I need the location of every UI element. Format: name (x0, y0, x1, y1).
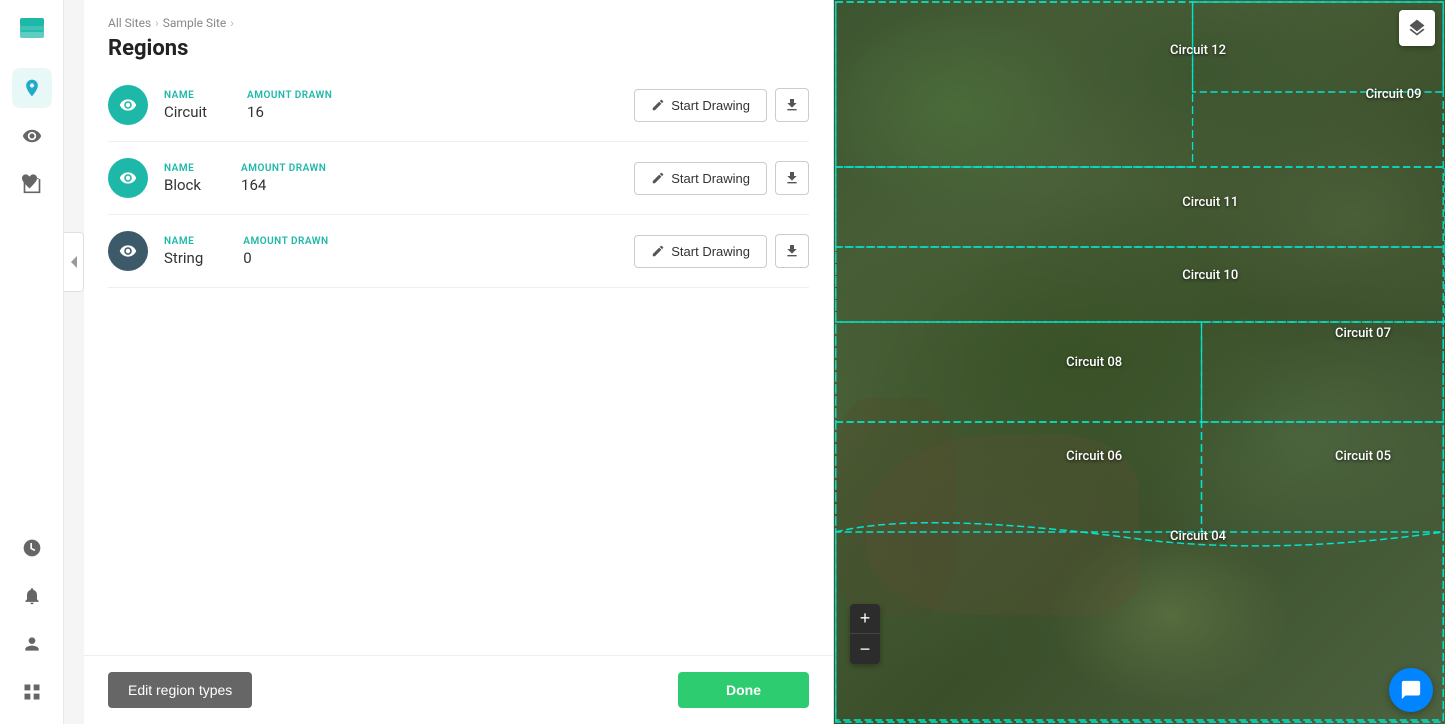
app-logo (14, 12, 50, 48)
region-name-field-circuit: NAME Circuit (164, 90, 207, 121)
start-drawing-button-block[interactable]: Start Drawing (634, 162, 767, 195)
region-row-circuit: NAME Circuit AMOUNT DRAWN 16 Start Drawi… (108, 69, 809, 142)
region-amount-label-block: AMOUNT DRAWN (241, 163, 326, 174)
breadcrumb-sep-2: › (230, 16, 234, 30)
panel-footer: Edit region types Done (84, 655, 833, 724)
region-amount-label-string: AMOUNT DRAWN (243, 236, 328, 247)
region-actions-string: Start Drawing (634, 234, 809, 268)
upload-button-circuit[interactable] (775, 88, 809, 122)
map-zoom-controls: + − (850, 604, 880, 664)
panel-header: All Sites › Sample Site › Regions (84, 0, 833, 69)
edit-region-types-button[interactable]: Edit region types (108, 672, 252, 708)
regions-list: NAME Circuit AMOUNT DRAWN 16 Start Drawi… (84, 69, 833, 655)
region-eye-button-block[interactable] (108, 158, 148, 198)
region-info-circuit: NAME Circuit AMOUNT DRAWN 16 (164, 90, 618, 121)
sidebar-bottom (12, 528, 52, 712)
region-name-label-string: NAME (164, 236, 203, 247)
region-eye-button-string[interactable] (108, 231, 148, 271)
region-info-block: NAME Block AMOUNT DRAWN 164 (164, 163, 618, 194)
region-amount-label-circuit: AMOUNT DRAWN (247, 90, 332, 101)
sidebar-icon-bell[interactable] (12, 576, 52, 616)
breadcrumb: All Sites › Sample Site › (108, 16, 809, 30)
region-name-value-string: String (164, 249, 203, 267)
region-actions-block: Start Drawing (634, 161, 809, 195)
page-title: Regions (108, 36, 809, 61)
sidebar-icon-location[interactable] (12, 68, 52, 108)
sidebar-icon-inspect[interactable] (12, 116, 52, 156)
region-amount-value-string: 0 (243, 249, 328, 267)
sidebar-icon-dashboard[interactable] (12, 528, 52, 568)
breadcrumb-sample-site[interactable]: Sample Site (163, 16, 227, 30)
chat-support-button[interactable] (1389, 668, 1433, 712)
sidebar-nav (12, 68, 52, 528)
start-drawing-button-circuit[interactable]: Start Drawing (634, 89, 767, 122)
region-name-label-circuit: NAME (164, 90, 207, 101)
sidebar-icon-grid[interactable] (12, 672, 52, 712)
region-row-block: NAME Block AMOUNT DRAWN 164 Start Drawin… (108, 142, 809, 215)
region-info-string: NAME String AMOUNT DRAWN 0 (164, 236, 618, 267)
region-name-value-circuit: Circuit (164, 103, 207, 121)
region-amount-field-string: AMOUNT DRAWN 0 (243, 236, 328, 267)
region-amount-field-circuit: AMOUNT DRAWN 16 (247, 90, 332, 121)
zoom-in-button[interactable]: + (850, 604, 880, 634)
left-panel: All Sites › Sample Site › Regions NAME C… (84, 0, 834, 724)
upload-button-string[interactable] (775, 234, 809, 268)
panel-collapse-button[interactable] (64, 232, 84, 292)
region-amount-value-block: 164 (241, 176, 326, 194)
upload-button-block[interactable] (775, 161, 809, 195)
breadcrumb-sep-1: › (155, 16, 159, 30)
map-background (834, 0, 1445, 724)
region-eye-button-circuit[interactable] (108, 85, 148, 125)
region-name-label-block: NAME (164, 163, 201, 174)
sidebar-icon-projects[interactable] (12, 164, 52, 204)
sidebar-icon-user[interactable] (12, 624, 52, 664)
zoom-out-button[interactable]: − (850, 634, 880, 664)
region-row-string: NAME String AMOUNT DRAWN 0 Start Drawing (108, 215, 809, 288)
region-actions-circuit: Start Drawing (634, 88, 809, 122)
start-drawing-button-string[interactable]: Start Drawing (634, 235, 767, 268)
map-layers-button[interactable] (1399, 10, 1435, 46)
region-name-field-block: NAME Block (164, 163, 201, 194)
map-area: Circuit 12 Circuit 09 Circuit 11 Circuit… (834, 0, 1445, 724)
region-amount-value-circuit: 16 (247, 103, 332, 121)
region-amount-field-block: AMOUNT DRAWN 164 (241, 163, 326, 194)
region-name-field-string: NAME String (164, 236, 203, 267)
app-sidebar (0, 0, 64, 724)
region-name-value-block: Block (164, 176, 201, 194)
done-button[interactable]: Done (678, 672, 809, 708)
breadcrumb-all-sites[interactable]: All Sites (108, 16, 151, 30)
